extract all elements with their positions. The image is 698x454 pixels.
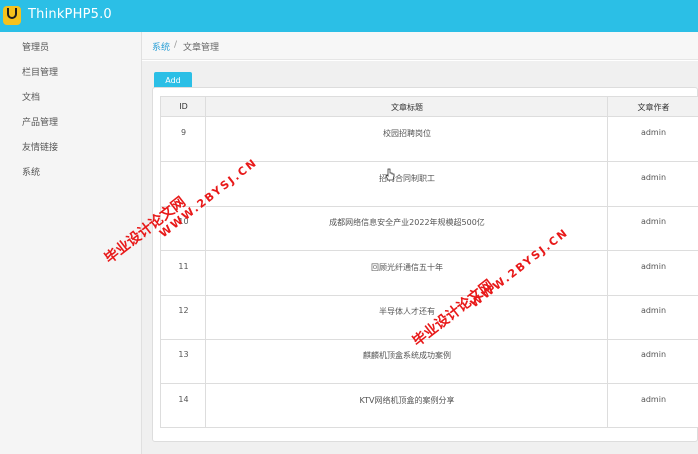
cell-id: 14	[178, 395, 189, 404]
add-button[interactable]: Add	[154, 72, 192, 88]
cell-title: 麒麟机顶盒系统成功案例	[363, 351, 451, 360]
sidebar-item-system[interactable]: 系统	[22, 165, 40, 178]
article-table: ID 文章标题 文章作者 9 校园招聘岗位 admin 招聘合同制职工 admi…	[160, 96, 698, 428]
cell-author: admin	[640, 262, 667, 271]
table-row[interactable]: 招聘合同制职工 admin	[161, 163, 698, 207]
cell-author: admin	[640, 350, 667, 359]
sidebar-item-admins[interactable]: 管理员	[22, 40, 49, 53]
table-row[interactable]: 9 校园招聘岗位 admin	[161, 118, 698, 162]
cell-id: 9	[180, 128, 187, 137]
cell-title: 成都网络信息安全产业2022年规模超500亿	[329, 218, 485, 227]
table-row[interactable]: 14 KTV网络机顶盒的案例分享 admin	[161, 385, 698, 427]
cell-title: KTV网络机顶盒的案例分享	[359, 396, 455, 405]
column-header-id: ID	[179, 102, 188, 111]
cell-id: 12	[178, 306, 189, 315]
cell-author: admin	[640, 173, 667, 182]
cell-id: 13	[178, 350, 189, 359]
column-header-author: 文章作者	[637, 103, 670, 112]
app-title: ThinkPHP5.0	[28, 7, 112, 22]
sidebar-item-columns[interactable]: 栏目管理	[22, 65, 58, 78]
cell-author: admin	[640, 306, 667, 315]
cell-author: admin	[640, 395, 667, 404]
table-row[interactable]: 11 回顾光纤通信五十年 admin	[161, 252, 698, 296]
table-header: ID 文章标题 文章作者	[161, 97, 698, 117]
cell-title: 校园招聘岗位	[383, 129, 431, 138]
sidebar: 管理员 栏目管理 文档 产品管理 友情链接 系统	[0, 32, 142, 454]
breadcrumb-parent-link[interactable]: 系统	[152, 40, 170, 53]
breadcrumb: 系统 / 文章管理	[142, 32, 698, 60]
cell-title: 招聘合同制职工	[379, 174, 435, 183]
breadcrumb-separator: /	[174, 40, 178, 50]
sidebar-item-documents[interactable]: 文档	[22, 90, 40, 103]
hand-cursor-icon	[385, 168, 395, 181]
cell-title: 回顾光纤通信五十年	[371, 263, 443, 272]
table-row[interactable]: 10 成都网络信息安全产业2022年规模超500亿 admin	[161, 207, 698, 251]
table-row[interactable]: 13 麒麟机顶盒系统成功案例 admin	[161, 340, 698, 384]
sidebar-item-friend-links[interactable]: 友情链接	[22, 140, 58, 153]
cell-title: 半导体人才还有	[379, 307, 435, 316]
cell-author: admin	[640, 217, 667, 226]
top-navbar: ThinkPHP5.0	[0, 0, 698, 32]
column-divider	[607, 97, 608, 427]
breadcrumb-current: 文章管理	[183, 43, 220, 53]
cell-id: 11	[178, 262, 189, 271]
thinkphp-logo-icon	[3, 6, 21, 25]
cell-author: admin	[640, 128, 667, 137]
table-row[interactable]: 12 半导体人才还有 admin	[161, 296, 698, 340]
column-header-title: 文章标题	[391, 103, 423, 112]
cell-id: 10	[178, 217, 189, 226]
column-divider	[205, 97, 206, 427]
sidebar-item-products[interactable]: 产品管理	[22, 115, 58, 128]
